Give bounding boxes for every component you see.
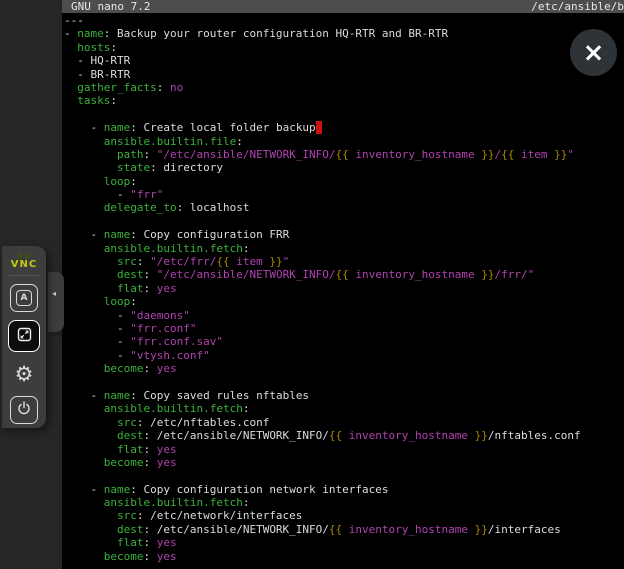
code-line: become: yes <box>64 362 624 375</box>
code-line: - "frr.conf" <box>64 322 624 335</box>
code-line: dest: /etc/ansible/NETWORK_INFO/{{ inven… <box>64 523 624 536</box>
close-button[interactable]: × <box>570 29 617 76</box>
code-line <box>64 469 624 482</box>
code-line: tasks: <box>64 94 624 107</box>
code-line: - "frr" <box>64 188 624 201</box>
collapse-arrow-icon: ◂ <box>52 289 56 298</box>
terminal-window[interactable]: GNU nano 7.2 /etc/ansible/b ---- name: B… <box>62 0 624 569</box>
code-line: gather_facts: no <box>64 81 624 94</box>
code-line: src: /etc/network/interfaces <box>64 509 624 522</box>
a-key-icon: A <box>16 290 32 306</box>
code-line: - name: Backup your router configuration… <box>64 27 624 40</box>
code-line: ansible.builtin.fetch: <box>64 496 624 509</box>
code-line: src: "/etc/frr/{{ item }}" <box>64 255 624 268</box>
code-line: become: yes <box>64 550 624 563</box>
settings-button[interactable]: ⚙ <box>10 360 38 388</box>
fullscreen-button[interactable] <box>8 320 40 352</box>
gear-icon: ⚙ <box>15 364 34 385</box>
code-line: - name: Copy saved rules nftables <box>64 389 624 402</box>
nano-app-title: GNU nano 7.2 <box>71 0 150 13</box>
code-line: loop: <box>64 175 624 188</box>
code-line: --- <box>64 14 624 27</box>
code-line: flat: yes <box>64 282 624 295</box>
code-line: - HQ-RTR <box>64 54 624 67</box>
vnc-control-sidebar: no VNC A ⚙ <box>2 246 46 428</box>
code-line: dest: /etc/ansible/NETWORK_INFO/{{ inven… <box>64 429 624 442</box>
code-line: path: "/etc/ansible/NETWORK_INFO/{{ inve… <box>64 148 624 161</box>
text-cursor <box>316 121 323 134</box>
close-icon: × <box>583 38 605 68</box>
power-icon <box>16 400 32 420</box>
code-line: - "vtysh.conf" <box>64 349 624 362</box>
code-line: become: yes <box>64 456 624 469</box>
editor-content[interactable]: ---- name: Backup your router configurat… <box>64 14 624 569</box>
code-line: - "daemons" <box>64 309 624 322</box>
nano-titlebar: GNU nano 7.2 /etc/ansible/b <box>62 0 624 13</box>
code-line: hosts: <box>64 41 624 54</box>
code-line: ansible.builtin.file: <box>64 135 624 148</box>
code-line: - name: Copy configuration network inter… <box>64 483 624 496</box>
code-line <box>64 108 624 121</box>
code-line: delegate_to: localhost <box>64 201 624 214</box>
sidebar-divider <box>9 275 39 276</box>
code-line: loop: <box>64 295 624 308</box>
novnc-logo-vnc: VNC <box>2 260 46 269</box>
power-button[interactable] <box>10 396 38 424</box>
code-line: - BR-RTR <box>64 68 624 81</box>
nano-file-path: /etc/ansible/b <box>531 0 624 13</box>
extra-keys-button[interactable]: A <box>10 284 38 312</box>
code-line: flat: yes <box>64 536 624 549</box>
code-line: - name: Create local folder backup <box>64 121 624 134</box>
code-line: dest: "/etc/ansible/NETWORK_INFO/{{ inve… <box>64 268 624 281</box>
code-line <box>64 376 624 389</box>
sidebar-handle[interactable]: ◂ <box>48 272 64 332</box>
code-line: src: /etc/nftables.conf <box>64 416 624 429</box>
code-line: - "frr.conf.sav" <box>64 335 624 348</box>
editor-lines: ---- name: Backup your router configurat… <box>64 14 624 563</box>
code-line: - name: Copy configuration FRR <box>64 228 624 241</box>
code-line: flat: yes <box>64 443 624 456</box>
vnc-viewport: GNU nano 7.2 /etc/ansible/b ---- name: B… <box>0 0 624 569</box>
code-line: ansible.builtin.fetch: <box>64 402 624 415</box>
code-line: ansible.builtin.fetch: <box>64 242 624 255</box>
fullscreen-icon <box>17 327 32 346</box>
novnc-logo: no VNC <box>2 246 46 269</box>
code-line: state: directory <box>64 161 624 174</box>
code-line <box>64 215 624 228</box>
